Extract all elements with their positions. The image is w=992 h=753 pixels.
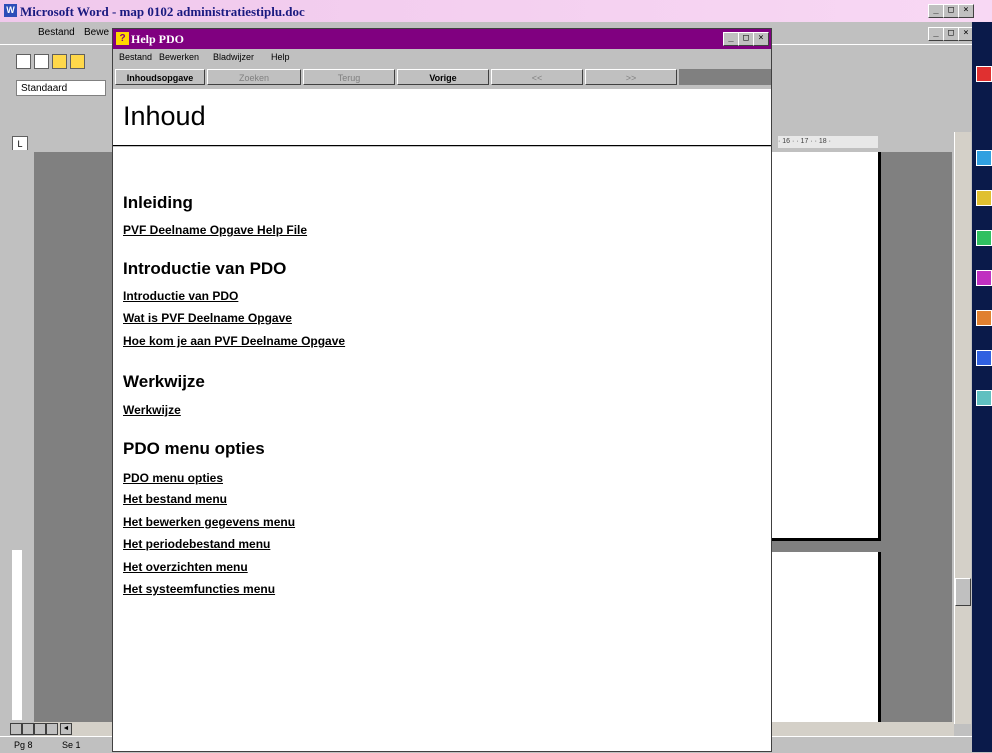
section-title: Werkwijze <box>123 372 205 391</box>
topic-link[interactable]: Hoe kom je aan PVF Deelname Opgave <box>123 334 345 348</box>
help-minimize-icon[interactable]: _ <box>723 32 739 46</box>
status-section: Se 1 <box>62 740 81 750</box>
help-close-icon[interactable]: × <box>753 32 769 46</box>
shortcut-icon-2[interactable] <box>976 150 992 166</box>
shortcut-icon-5[interactable] <box>976 270 992 286</box>
view-buttons: ◄ <box>10 722 110 736</box>
word-app-icon: W <box>4 4 17 17</box>
document-background <box>34 152 114 722</box>
vertical-scrollbar[interactable] <box>954 132 971 724</box>
word-menu-bewerken[interactable]: Bewe <box>84 27 109 38</box>
button-bar-filler <box>679 69 771 85</box>
new-document-icon[interactable] <box>16 54 31 69</box>
browse-back-button[interactable]: << <box>491 69 583 85</box>
previous-button[interactable]: Vorige <box>397 69 489 85</box>
help-titlebar: ? Help PDO _ □ × <box>113 29 771 49</box>
help-maximize-icon[interactable]: □ <box>738 32 754 46</box>
help-menu-help[interactable]: Help <box>271 52 290 62</box>
ruler-scale: · 16 · · 17 · · 18 · <box>778 136 878 148</box>
shortcut-icon-8[interactable] <box>976 390 992 406</box>
topic-link[interactable]: PVF Deelname Opgave Help File <box>123 223 307 237</box>
outline-view-icon[interactable] <box>46 723 58 735</box>
scroll-left-icon[interactable]: ◄ <box>60 723 72 735</box>
topic-link[interactable]: Introductie van PDO <box>123 289 238 303</box>
help-menu-bladwijzer[interactable]: Bladwijzer <box>213 52 254 62</box>
shortcut-icon-4[interactable] <box>976 230 992 246</box>
word-menu-bestand[interactable]: Bestand <box>38 27 75 38</box>
doc-restore-icon[interactable]: □ <box>943 27 959 41</box>
new-template-icon[interactable] <box>34 54 49 69</box>
topic-link[interactable]: Het bewerken gegevens menu <box>123 515 295 529</box>
status-page: Pg 8 <box>14 740 33 750</box>
vertical-ruler-scale <box>12 550 22 720</box>
topic-link[interactable]: Wat is PVF Deelname Opgave <box>123 311 292 325</box>
search-button[interactable]: Zoeken <box>207 69 301 85</box>
normal-view-icon[interactable] <box>10 723 22 735</box>
help-button-bar: Inhoudsopgave Zoeken Terug Vorige << >> <box>113 67 771 87</box>
back-button[interactable]: Terug <box>303 69 395 85</box>
topic-link[interactable]: Het systeemfuncties menu <box>123 582 275 596</box>
help-topic-header: Inhoud <box>113 89 771 146</box>
shortcut-icon-3[interactable] <box>976 190 992 206</box>
help-window: ? Help PDO _ □ × Bestand Bewerken Bladwi… <box>112 28 772 752</box>
open-folder-icon[interactable] <box>52 54 67 69</box>
document-page-next[interactable] <box>772 552 881 722</box>
maximize-icon[interactable]: □ <box>943 4 959 18</box>
shortcut-icon-7[interactable] <box>976 350 992 366</box>
section-title: Introductie van PDO <box>123 259 287 278</box>
minimize-icon[interactable]: _ <box>928 4 944 18</box>
print-layout-icon[interactable] <box>34 723 46 735</box>
topic-link[interactable]: Het bestand menu <box>123 492 227 506</box>
contents-button[interactable]: Inhoudsopgave <box>115 69 205 85</box>
scrollbar-thumb[interactable] <box>955 578 971 606</box>
help-app-icon: ? <box>116 32 129 45</box>
word-titlebar: W Microsoft Word - map 0102 administrati… <box>0 0 992 22</box>
word-window-title: Microsoft Word - map 0102 administraties… <box>20 4 305 19</box>
topic-link[interactable]: Het overzichten menu <box>123 560 248 574</box>
help-menubar: Bestand Bewerken Bladwijzer Help <box>113 49 771 65</box>
doc-minimize-icon[interactable]: _ <box>928 27 944 41</box>
help-menu-bestand[interactable]: Bestand <box>119 52 152 62</box>
section-title: Inleiding <box>123 193 193 212</box>
folder-icon[interactable] <box>70 54 85 69</box>
help-window-title: Help PDO <box>131 32 184 46</box>
browse-forward-button[interactable]: >> <box>585 69 677 85</box>
close-icon[interactable]: × <box>958 4 974 18</box>
help-menu-bewerken[interactable]: Bewerken <box>159 52 199 62</box>
web-layout-icon[interactable] <box>22 723 34 735</box>
section-title: PDO menu opties <box>123 439 265 458</box>
help-topic-body: Inleiding PVF Deelname Opgave Help File … <box>113 147 771 751</box>
topic-link[interactable]: PDO menu opties <box>123 471 223 485</box>
style-dropdown[interactable]: Standaard <box>16 80 106 96</box>
office-shortcut-bar <box>972 22 992 752</box>
topic-link[interactable]: Werkwijze <box>123 403 181 417</box>
topic-link[interactable]: Het periodebestand menu <box>123 537 270 551</box>
document-page[interactable] <box>772 152 881 541</box>
shortcut-icon-6[interactable] <box>976 310 992 326</box>
page-title: Inhoud <box>123 101 206 131</box>
shortcut-icon-1[interactable] <box>976 66 992 82</box>
